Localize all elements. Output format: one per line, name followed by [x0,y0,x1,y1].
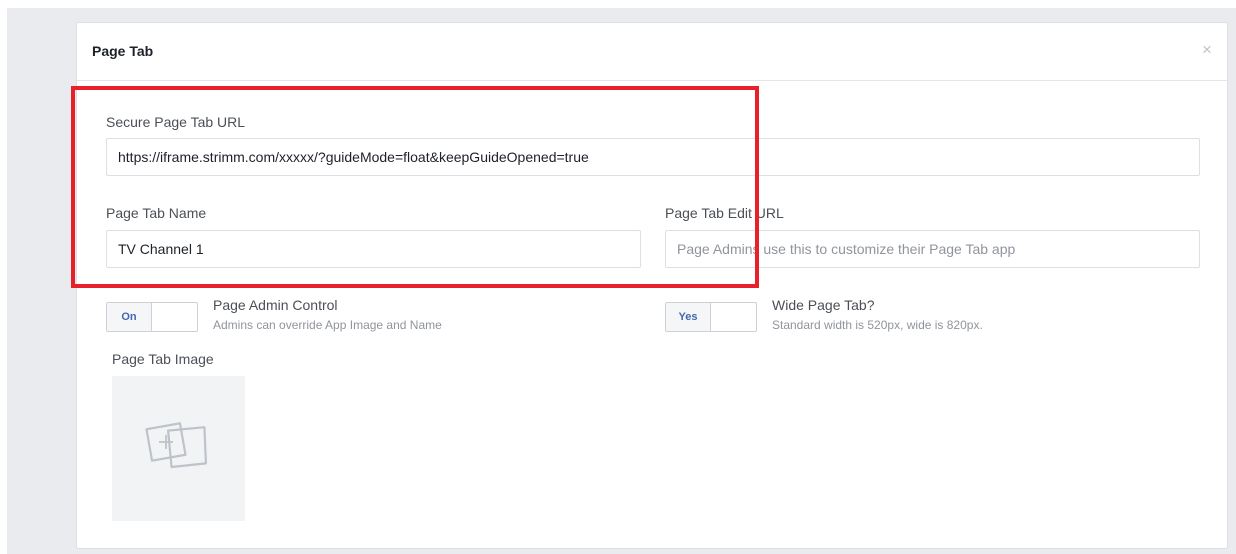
secure-url-label: Secure Page Tab URL [106,114,246,130]
secure-url-input[interactable] [106,138,1200,176]
dialog-header: Page Tab × [77,23,1227,81]
tab-image-upload[interactable] [112,376,245,521]
admin-control-toggle-label: On [107,303,152,331]
close-icon[interactable]: × [1200,41,1214,59]
left-edge [0,0,7,554]
admin-control-title: Page Admin Control [213,297,338,313]
tab-name-label: Page Tab Name [106,205,207,221]
tab-image-label: Page Tab Image [112,351,214,367]
wide-tab-toggle-label: Yes [666,303,711,331]
page-tab-dialog: Page Tab × [76,22,1228,549]
admin-control-description: Admins can override App Image and Name [213,318,442,332]
edit-url-input[interactable] [665,230,1200,268]
tab-name-input[interactable] [106,230,641,268]
add-image-icon [145,422,208,469]
dialog-title: Page Tab [92,43,154,59]
wide-tab-description: Standard width is 520px, wide is 820px. [772,318,983,332]
admin-control-toggle[interactable]: On [106,302,198,332]
edit-url-label: Page Tab Edit URL [665,205,784,221]
wide-tab-title: Wide Page Tab? [772,297,875,313]
wide-tab-toggle[interactable]: Yes [665,302,757,332]
top-edge [0,0,1236,8]
